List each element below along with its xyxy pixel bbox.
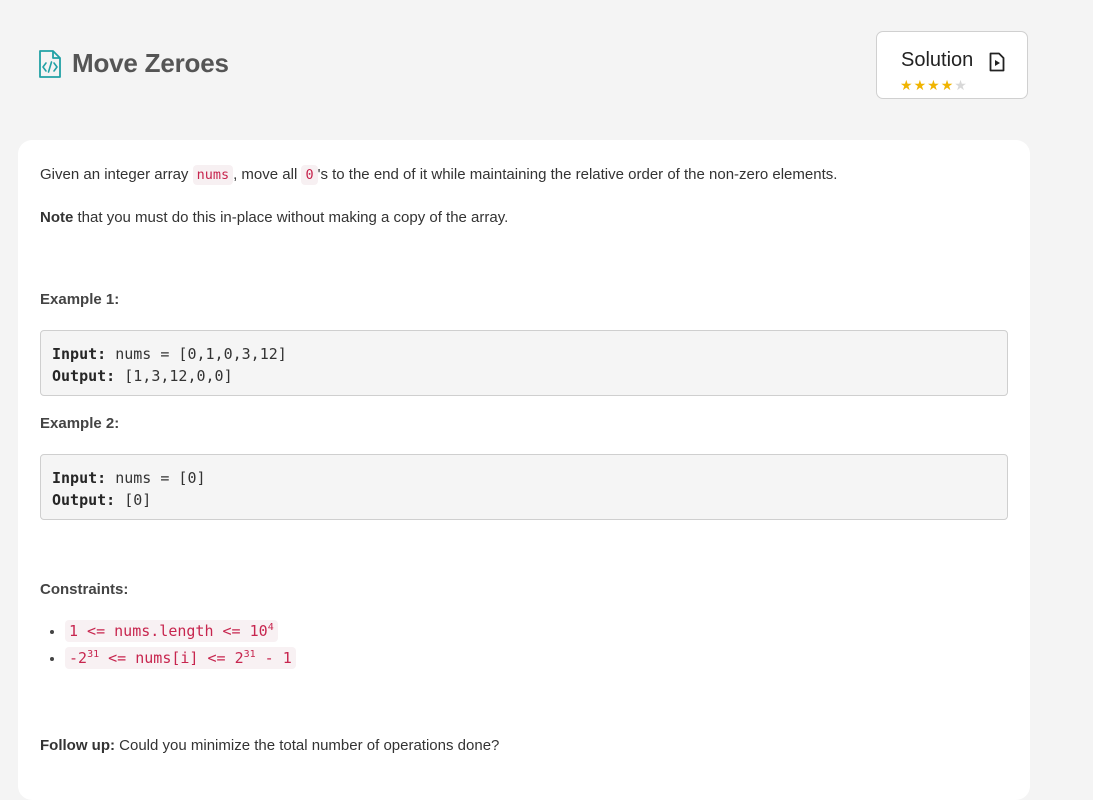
star-icon: ★ bbox=[954, 77, 967, 93]
statement-text: Given an integer array bbox=[40, 166, 193, 183]
page-title: Move Zeroes bbox=[72, 48, 229, 78]
follow-up-text: Could you minimize the total number of o… bbox=[114, 737, 500, 754]
output-value: [1,3,12,0,0] bbox=[124, 367, 233, 385]
input-value: nums = [0] bbox=[115, 469, 206, 487]
list-item: 1 <= nums.length <= 104 bbox=[65, 618, 296, 645]
constraints-heading: Constraints: bbox=[40, 581, 129, 598]
input-label: Input: bbox=[52, 469, 107, 487]
statement-text: , move all bbox=[233, 166, 302, 183]
star-icon: ★ bbox=[900, 77, 913, 93]
solution-button[interactable]: Solution ★ ★ ★ ★ ★ bbox=[876, 31, 1028, 99]
example-2-block: Input: nums = [0] Output: [0] bbox=[40, 454, 1008, 520]
code-file-icon bbox=[39, 49, 61, 78]
output-label: Output: bbox=[52, 491, 116, 509]
constraint-code: 1 <= nums.length <= 104 bbox=[65, 620, 278, 642]
note-label: Note bbox=[40, 209, 74, 226]
statement-text: 's to the end of it while maintaining th… bbox=[317, 166, 838, 183]
inline-code-nums: nums bbox=[192, 165, 234, 185]
solution-label: Solution bbox=[901, 49, 974, 71]
output-label: Output: bbox=[52, 367, 116, 385]
output-value: [0] bbox=[124, 491, 152, 509]
constraint-code: -231 <= nums[i] <= 231 - 1 bbox=[65, 647, 296, 669]
inline-code-zero: 0 bbox=[301, 165, 318, 185]
list-item: -231 <= nums[i] <= 231 - 1 bbox=[65, 645, 296, 672]
example-1-heading: Example 1: bbox=[40, 291, 120, 308]
follow-up: Follow up: Could you minimize the total … bbox=[40, 736, 499, 756]
star-icon: ★ bbox=[927, 77, 940, 93]
solution-rating: ★ ★ ★ ★ ★ bbox=[900, 78, 967, 92]
note-text: that you must do this in-place without m… bbox=[73, 209, 509, 226]
problem-header: Move Zeroes bbox=[38, 48, 229, 79]
solution-doc-icon bbox=[989, 52, 1005, 72]
star-icon: ★ bbox=[940, 77, 954, 93]
problem-description-card: Given an integer array nums, move all 0 '… bbox=[18, 140, 1030, 800]
problem-statement: Given an integer array nums, move all 0 '… bbox=[40, 165, 837, 185]
input-value: nums = [0,1,0,3,12] bbox=[115, 345, 287, 363]
note-paragraph: Note that you must do this in-place with… bbox=[40, 208, 508, 228]
input-label: Input: bbox=[52, 345, 107, 363]
follow-up-label: Follow up: bbox=[40, 737, 115, 754]
example-1-block: Input: nums = [0,1,0,3,12] Output: [1,3,… bbox=[40, 330, 1008, 396]
example-2-heading: Example 2: bbox=[40, 415, 120, 432]
star-icon: ★ bbox=[913, 77, 927, 93]
constraints-list: 1 <= nums.length <= 104 -231 <= nums[i] … bbox=[40, 618, 296, 672]
